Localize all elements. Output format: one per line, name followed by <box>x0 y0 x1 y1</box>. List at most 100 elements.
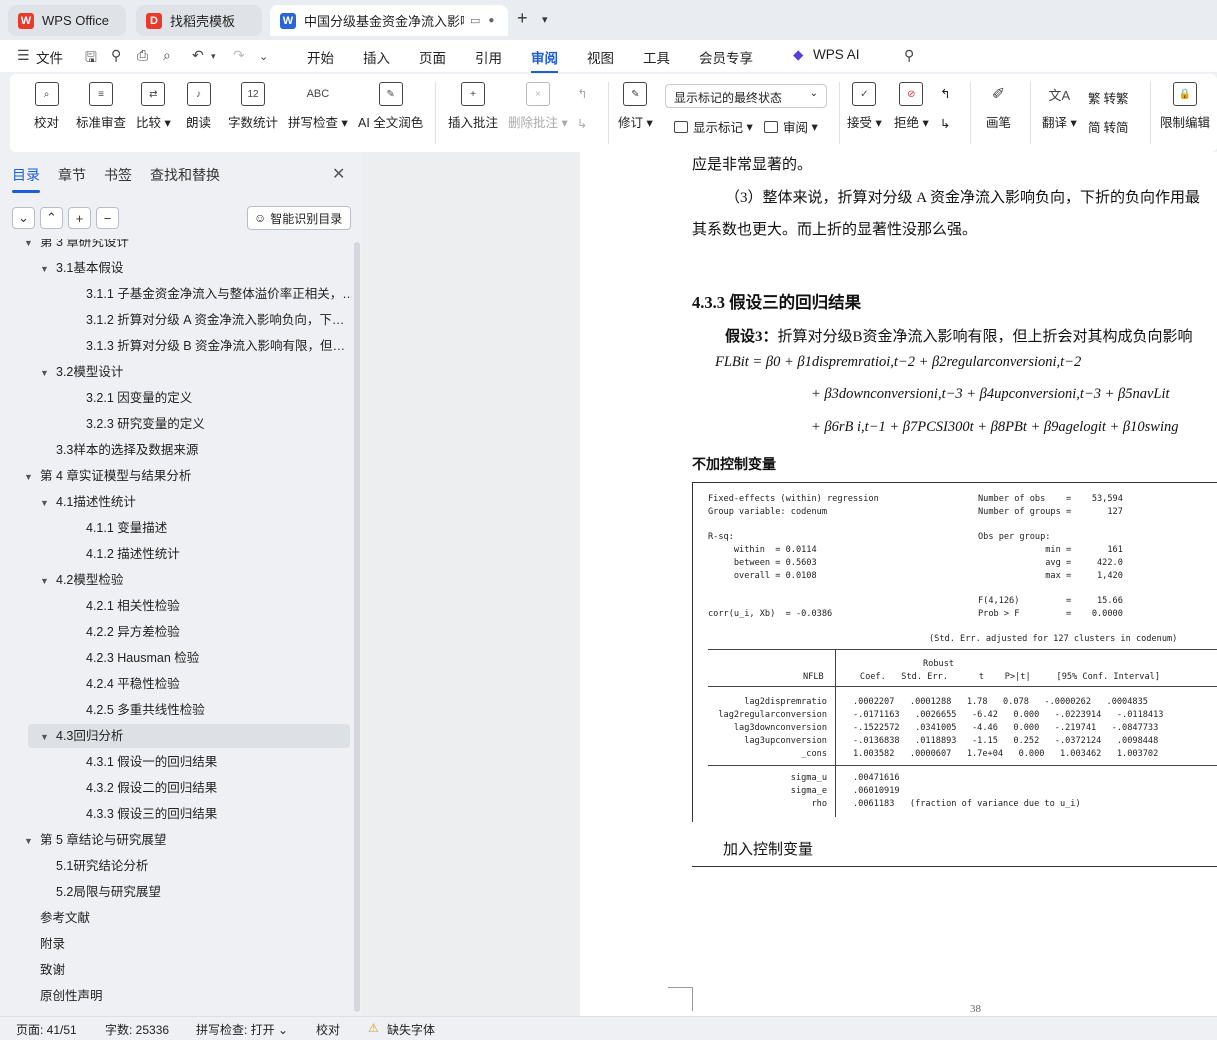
toc-item[interactable]: 4.3.3 假设三的回归结果 <box>86 802 352 826</box>
print-icon[interactable]: ⎙ <box>137 47 148 64</box>
toc-item[interactable]: 4.2.2 异方差检验 <box>86 620 352 644</box>
menu-home[interactable]: 开始 <box>307 47 334 67</box>
restrict-editing-button[interactable]: 🔒 限制编辑 <box>1160 82 1210 131</box>
collapse-triangle-icon[interactable]: ▼ <box>40 491 50 514</box>
translate-button[interactable]: 文A 翻译 ▾ <box>1042 82 1077 131</box>
spell-check-indicator[interactable]: 拼写检查: 打开 ⌄ <box>196 1021 288 1038</box>
collapse-triangle-icon[interactable]: ▼ <box>24 829 34 852</box>
hamburger-icon[interactable]: ☰ <box>17 47 30 64</box>
toc-item[interactable]: 4.1.1 变量描述 <box>86 516 352 540</box>
menu-references[interactable]: 引用 <box>475 47 502 67</box>
toc-item[interactable]: 3.1.2 折算对分级 A 资金净流入影响负向，下折… <box>86 308 352 332</box>
toc-item[interactable]: 致谢 <box>40 958 352 982</box>
page-indicator[interactable]: 页面: 41/51 <box>16 1021 77 1038</box>
toc-item[interactable]: 参考文献 <box>40 906 352 930</box>
panel-tab-find-replace[interactable]: 查找和替换 <box>150 165 220 185</box>
toc-item[interactable]: 3.3样本的选择及数据来源 <box>56 438 352 462</box>
save-icon[interactable]: 🖫 <box>85 47 97 71</box>
track-changes-button[interactable]: ✎ 修订 ▾ <box>618 82 653 131</box>
next-comment-icon[interactable]: ↳ <box>577 116 587 131</box>
toc-item[interactable]: 附录 <box>40 932 352 956</box>
toc-item[interactable]: ▼ 第 4 章实证模型与结果分析 <box>24 464 340 488</box>
toc-item[interactable]: 4.3.2 假设二的回归结果 <box>86 776 352 800</box>
panel-tab-toc[interactable]: 目录 <box>12 165 40 193</box>
pen-button[interactable]: ✐ 画笔 <box>986 82 1011 131</box>
more-chevron-icon[interactable]: ⌄ <box>259 50 268 63</box>
standard-review-button[interactable]: ≡ 标准审查 <box>76 82 126 131</box>
toc-item[interactable]: 4.3.1 假设一的回归结果 <box>86 750 352 774</box>
toc-item[interactable]: 原创性声明 <box>40 984 352 1008</box>
search-icon[interactable]: ⚲ <box>904 47 914 64</box>
undo-icon[interactable]: ↶ <box>192 47 204 64</box>
toc-item[interactable]: ▼ 4.2模型检验 <box>40 568 340 592</box>
proof-indicator[interactable]: 校对 <box>316 1021 340 1038</box>
tab-wps-office[interactable]: W WPS Office <box>8 5 126 36</box>
toc-item[interactable]: 5.2局限与研究展望 <box>56 880 352 904</box>
toc-item[interactable]: 4.2.5 多重共线性检验 <box>86 698 352 722</box>
ai-polish-button[interactable]: ✎ AI 全文润色 <box>358 82 423 131</box>
collapse-triangle-icon[interactable]: ▼ <box>40 725 50 748</box>
menu-insert[interactable]: 插入 <box>363 47 390 67</box>
menu-member[interactable]: 会员专享 <box>699 47 753 67</box>
menu-tools[interactable]: 工具 <box>643 47 670 67</box>
collapse-triangle-icon[interactable]: ▼ <box>40 361 50 384</box>
toc-item[interactable]: ▼ 第 5 章结论与研究展望 <box>24 828 340 852</box>
collapse-triangle-icon[interactable]: ▼ <box>40 257 50 280</box>
show-markup-button[interactable]: 显示标记 ▾ <box>674 117 753 136</box>
new-tab-plus-icon[interactable]: + <box>517 8 528 29</box>
menu-review[interactable]: 审阅 <box>531 47 558 73</box>
collapse-triangle-icon[interactable]: ▼ <box>24 239 34 254</box>
accept-button[interactable]: ✓ 接受 ▾ <box>847 82 882 131</box>
collapse-chevron-icon[interactable]: ⌃ <box>40 207 63 229</box>
tab-current-document[interactable]: W 中国分级基金资金净流入影响因 ▭ ● <box>270 5 508 36</box>
proofread-button[interactable]: ⌕ 校对 <box>34 82 59 131</box>
delete-comment-button[interactable]: × 删除批注 ▾ <box>508 82 568 131</box>
markup-display-select[interactable]: 显示标记的最终状态 ⌄ <box>665 84 827 108</box>
menu-file[interactable]: 文件 <box>36 47 63 67</box>
toc-item[interactable]: ▼ 4.1描述性统计 <box>40 490 340 514</box>
word-count-indicator[interactable]: 字数: 25336 <box>105 1021 169 1038</box>
toc-item[interactable]: ▼ 3.2模型设计 <box>40 360 340 384</box>
previous-comment-icon[interactable]: ↰ <box>577 86 587 101</box>
toc-item[interactable]: 4.2.3 Hausman 检验 <box>86 646 352 670</box>
review-pane-button[interactable]: 审阅 ▾ <box>764 117 818 136</box>
toc-item[interactable]: ▼ 第 3 章研究设计 <box>24 239 340 254</box>
tab-docer-templates[interactable]: D 找稻壳模板 <box>136 5 262 36</box>
word-count-button[interactable]: 12 字数统计 <box>228 82 278 131</box>
reject-button[interactable]: ⊘ 拒绝 ▾ <box>894 82 929 131</box>
toc-item[interactable]: 4.2.4 平稳性检验 <box>86 672 352 696</box>
collapse-triangle-icon[interactable]: ▼ <box>40 569 50 592</box>
tab-list-chevron-icon[interactable]: ▾ <box>542 13 548 26</box>
menu-view[interactable]: 视图 <box>587 47 614 67</box>
menu-page[interactable]: 页面 <box>419 47 446 67</box>
expand-chevron-icon[interactable]: ⌄ <box>12 207 35 229</box>
close-icon[interactable]: ✕ <box>332 164 345 184</box>
to-simplified-button[interactable]: 简转简 <box>1088 117 1129 136</box>
toc-item[interactable]: 4.1.2 描述性统计 <box>86 542 352 566</box>
menu-wps-ai[interactable]: WPS AI <box>813 47 860 62</box>
toc-item[interactable]: ▼ 4.3回归分析 <box>28 724 350 748</box>
to-traditional-button[interactable]: 繁转繁 <box>1088 88 1129 107</box>
redo-icon[interactable]: ↷ <box>233 47 245 64</box>
toc-item[interactable]: 3.2.3 研究变量的定义 <box>86 412 352 436</box>
insert-comment-button[interactable]: + 插入批注 <box>448 82 498 131</box>
spell-check-button[interactable]: ABC 拼写检查 ▾ <box>288 82 348 131</box>
toc-item[interactable]: 3.1.1 子基金资金净流入与整体溢价率正相关，与… <box>86 282 352 306</box>
toc-item[interactable]: 3.1.3 折算对分级 B 资金净流入影响有限，但上折… <box>86 334 352 358</box>
toc-item[interactable]: 3.2.1 因变量的定义 <box>86 386 352 410</box>
wps-ai-logo-icon[interactable]: ◆ <box>793 47 803 63</box>
next-change-icon[interactable]: ↳ <box>940 116 950 131</box>
toc-item[interactable]: 5.1研究结论分析 <box>56 854 352 878</box>
smart-toc-button[interactable]: ☺ 智能识别目录 <box>247 206 351 230</box>
read-aloud-button[interactable]: ♪ 朗读 <box>186 82 211 131</box>
print-preview-icon[interactable]: ⌕ <box>163 47 171 64</box>
remove-heading-minus-icon[interactable]: − <box>96 207 119 229</box>
collapse-triangle-icon[interactable]: ▼ <box>24 465 34 488</box>
toc-item[interactable]: 4.2.1 相关性检验 <box>86 594 352 618</box>
missing-font-indicator[interactable]: 缺失字体 <box>387 1021 435 1038</box>
monitor-icon[interactable]: ▭ <box>470 14 480 27</box>
toc-scrollbar[interactable] <box>354 242 360 1012</box>
share-link-icon[interactable]: ⚲ <box>111 47 121 64</box>
add-heading-plus-icon[interactable]: + <box>68 207 91 229</box>
panel-tab-sections[interactable]: 章节 <box>58 165 86 185</box>
